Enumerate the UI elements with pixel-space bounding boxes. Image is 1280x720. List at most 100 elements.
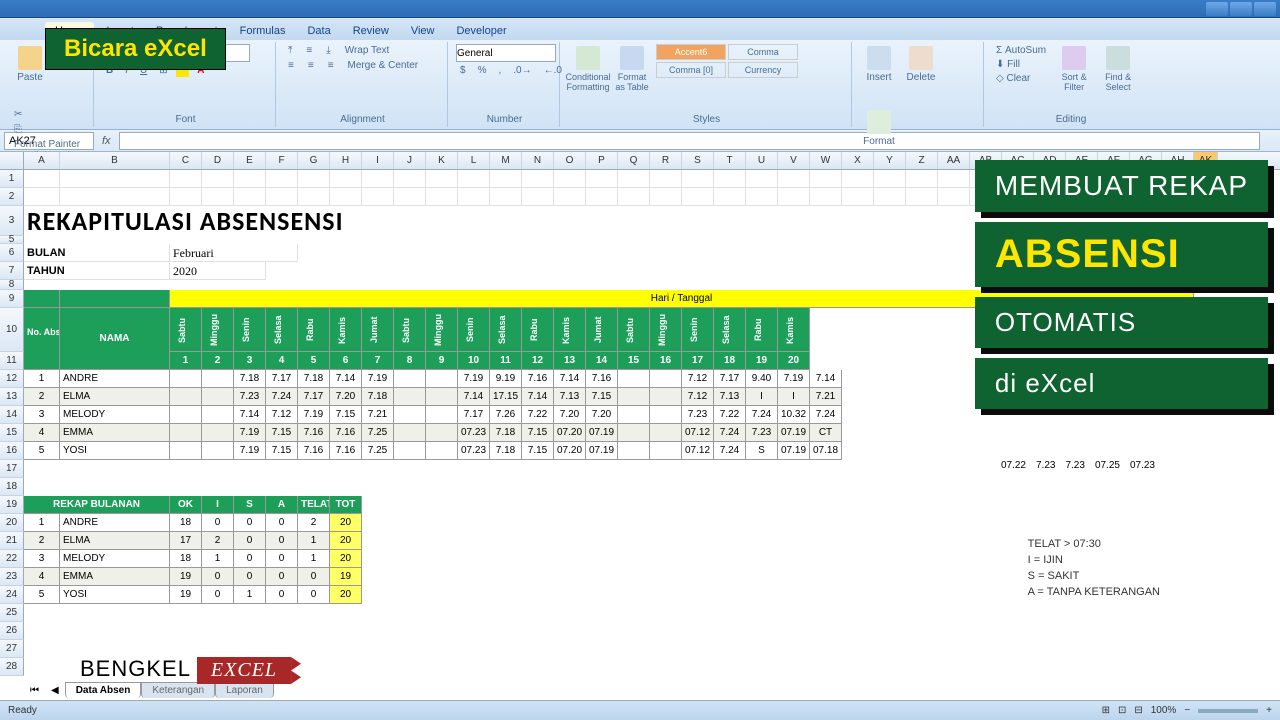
cell[interactable]: 7.18 <box>362 388 394 406</box>
cell[interactable]: 7.24 <box>266 388 298 406</box>
column-header[interactable]: E <box>234 152 266 169</box>
cell[interactable] <box>426 370 458 388</box>
cell[interactable]: 07.20 <box>554 442 586 460</box>
cell[interactable]: 07.19 <box>586 442 618 460</box>
cell[interactable] <box>906 188 938 206</box>
zoom-slider[interactable] <box>1198 709 1258 713</box>
column-header[interactable]: T <box>714 152 746 169</box>
column-header[interactable]: H <box>330 152 362 169</box>
cell[interactable]: 9.40 <box>746 370 778 388</box>
row-header[interactable]: 13 <box>0 388 24 406</box>
cell[interactable]: 1 <box>298 532 330 550</box>
row-header[interactable]: 10 <box>0 308 24 352</box>
cell[interactable]: 19 <box>746 352 778 370</box>
cell[interactable]: 4 <box>266 352 298 370</box>
cell[interactable]: 2 <box>202 352 234 370</box>
cell[interactable] <box>618 188 650 206</box>
cell[interactable]: 19 <box>170 568 202 586</box>
tab-review[interactable]: Review <box>343 22 399 40</box>
cell[interactable]: 17 <box>170 532 202 550</box>
view-break-icon[interactable]: ⊟ <box>1134 705 1142 716</box>
cell[interactable]: 1 <box>24 514 60 532</box>
cell[interactable]: 7.14 <box>234 406 266 424</box>
cell[interactable] <box>266 188 298 206</box>
cell[interactable]: 5 <box>24 442 60 460</box>
cell[interactable]: 0 <box>298 586 330 604</box>
cell[interactable]: Kamis <box>778 308 810 352</box>
cell[interactable]: S <box>234 496 266 514</box>
format-as-table-button[interactable]: Format as Table <box>612 44 652 104</box>
cell[interactable] <box>650 170 682 188</box>
cell[interactable]: 13 <box>554 352 586 370</box>
cell[interactable]: 1 <box>24 370 60 388</box>
cell[interactable]: 1 <box>170 352 202 370</box>
cell[interactable] <box>394 370 426 388</box>
row-header[interactable]: 5 <box>0 236 24 244</box>
cell[interactable]: ANDRE <box>60 370 170 388</box>
cell[interactable]: 7.17 <box>298 388 330 406</box>
cell[interactable]: 7 <box>362 352 394 370</box>
cell[interactable]: 0 <box>202 568 234 586</box>
cell[interactable] <box>234 170 266 188</box>
cell[interactable]: 7.24 <box>714 424 746 442</box>
cell[interactable] <box>170 442 202 460</box>
cell[interactable]: 20 <box>330 586 362 604</box>
cell[interactable] <box>202 424 234 442</box>
cell[interactable]: 7.17 <box>714 370 746 388</box>
cell[interactable]: 7.18 <box>490 424 522 442</box>
cell[interactable]: No. Absen <box>24 308 60 370</box>
row-header[interactable]: 7 <box>0 262 24 280</box>
cell[interactable] <box>202 406 234 424</box>
cell[interactable]: 7.16 <box>298 442 330 460</box>
cell[interactable]: 07.23 <box>458 424 490 442</box>
cell[interactable]: 0 <box>234 550 266 568</box>
cell[interactable]: 7.14 <box>330 370 362 388</box>
column-header[interactable]: B <box>60 152 170 169</box>
cell[interactable] <box>714 188 746 206</box>
cell[interactable]: 7.13 <box>714 388 746 406</box>
cell[interactable]: Kamis <box>330 308 362 352</box>
column-header[interactable]: W <box>810 152 842 169</box>
cell[interactable] <box>24 290 60 308</box>
cell[interactable]: 7.19 <box>234 442 266 460</box>
row-header[interactable]: 15 <box>0 424 24 442</box>
cell[interactable]: 14 <box>586 352 618 370</box>
column-header[interactable]: P <box>586 152 618 169</box>
column-header[interactable]: G <box>298 152 330 169</box>
cell[interactable]: 18 <box>170 514 202 532</box>
column-header[interactable]: N <box>522 152 554 169</box>
cell[interactable]: 7.17 <box>266 370 298 388</box>
tab-nav-prev[interactable]: ◀ <box>45 685 65 696</box>
cell[interactable]: 0 <box>266 568 298 586</box>
cell[interactable]: Rabu <box>746 308 778 352</box>
cell[interactable]: 7.25 <box>362 424 394 442</box>
cell[interactable] <box>618 170 650 188</box>
cell[interactable]: 7.19 <box>778 370 810 388</box>
cell[interactable]: REKAP BULANAN <box>24 496 170 514</box>
cell[interactable]: 4 <box>24 424 60 442</box>
cell[interactable] <box>60 188 170 206</box>
cell[interactable]: 7.23 <box>234 388 266 406</box>
paste-button[interactable]: Paste <box>10 44 50 104</box>
cell[interactable] <box>394 406 426 424</box>
cell[interactable]: 7.20 <box>554 406 586 424</box>
cell[interactable] <box>202 442 234 460</box>
wrap-text-button[interactable]: Wrap Text <box>341 44 394 57</box>
column-header[interactable]: Z <box>906 152 938 169</box>
cell[interactable] <box>490 188 522 206</box>
cell[interactable] <box>426 188 458 206</box>
cell[interactable]: 20 <box>330 532 362 550</box>
cell[interactable]: 17.15 <box>490 388 522 406</box>
column-header[interactable]: M <box>490 152 522 169</box>
column-header[interactable]: AA <box>938 152 970 169</box>
delete-cells-button[interactable]: Delete <box>902 44 940 104</box>
cut-button[interactable]: ✂ <box>10 108 84 121</box>
cell[interactable] <box>330 170 362 188</box>
row-header[interactable]: 11 <box>0 352 24 370</box>
number-format-select[interactable] <box>456 44 556 62</box>
maximize-button[interactable] <box>1230 2 1252 16</box>
cell[interactable]: ELMA <box>60 532 170 550</box>
cell[interactable] <box>170 170 202 188</box>
cell[interactable] <box>362 170 394 188</box>
cell[interactable]: 7.13 <box>554 388 586 406</box>
